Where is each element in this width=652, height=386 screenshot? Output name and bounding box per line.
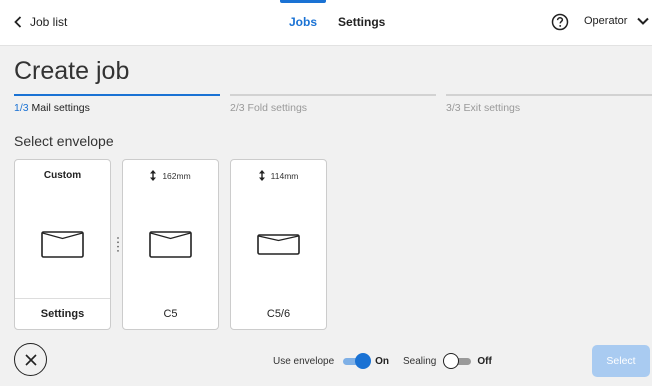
section-label: Select envelope <box>14 133 114 149</box>
back-label: Job list <box>30 15 68 29</box>
step-number: 3/3 <box>446 102 461 114</box>
envelope-height-label: 114mm <box>270 170 299 181</box>
step-mail-settings[interactable]: 1/3 Mail settings <box>14 94 220 114</box>
step-progress-line <box>446 94 652 96</box>
user-menu[interactable]: Operator <box>584 15 650 27</box>
user-label: Operator <box>584 15 628 27</box>
step-fold-settings[interactable]: 2/3 Fold settings <box>230 94 436 114</box>
step-number: 2/3 <box>230 102 245 114</box>
tab-jobs[interactable]: Jobs <box>279 0 327 29</box>
toggle-knob <box>443 353 460 369</box>
main-tabs: Jobs Settings <box>279 0 385 29</box>
use-envelope-state: On <box>375 355 390 367</box>
envelope-height: 114mm <box>231 170 326 181</box>
envelope-icon <box>41 231 84 258</box>
use-envelope-toggle[interactable] <box>341 353 372 369</box>
envelope-card-header: Custom <box>43 170 82 181</box>
envelope-icon <box>257 234 300 255</box>
envelope-card-c5[interactable]: 162mm C5 <box>122 159 219 330</box>
envelope-icon <box>149 231 192 258</box>
select-button[interactable]: Select <box>592 345 650 377</box>
back-to-job-list-button[interactable]: Job list <box>14 15 67 29</box>
envelope-settings-link[interactable]: Settings <box>15 308 110 320</box>
step-progress-line <box>14 94 220 96</box>
page-title: Create job <box>14 57 130 85</box>
close-icon <box>24 353 37 366</box>
step-progress-line <box>230 94 436 96</box>
vertical-arrows-icon <box>150 170 157 181</box>
top-bar: Job list Jobs Settings Operator <box>0 0 652 46</box>
envelope-card-c5-6[interactable]: 114mm C5/6 <box>230 159 327 330</box>
vertical-arrows-icon <box>258 170 265 181</box>
step-label: Exit settings <box>463 102 521 114</box>
step-exit-settings[interactable]: 3/3 Exit settings <box>446 94 652 114</box>
step-label: Fold settings <box>247 102 308 114</box>
sealing-setting: Sealing Off <box>403 353 492 369</box>
card-divider <box>15 298 110 299</box>
chevron-left-icon <box>14 16 22 28</box>
envelope-card-custom[interactable]: Custom Settings <box>14 159 111 330</box>
chevron-down-icon <box>637 17 650 25</box>
envelope-height: 162mm <box>123 170 218 181</box>
sealing-toggle[interactable] <box>443 353 473 369</box>
sealing-label: Sealing <box>403 355 437 367</box>
sealing-state: Off <box>477 355 492 367</box>
use-envelope-label: Use envelope <box>273 355 335 367</box>
tab-settings[interactable]: Settings <box>338 15 385 29</box>
envelope-name: C5/6 <box>266 308 291 320</box>
envelope-height-label: 162mm <box>162 170 191 181</box>
drag-handle-icon[interactable] <box>117 236 119 253</box>
use-envelope-setting: Use envelope On <box>273 353 389 369</box>
toggle-knob <box>355 353 372 369</box>
cancel-button[interactable] <box>14 343 47 376</box>
step-label: Mail settings <box>31 102 90 114</box>
envelope-name: C5 <box>163 308 178 320</box>
step-number: 1/3 <box>14 102 29 114</box>
help-icon[interactable] <box>551 13 569 31</box>
